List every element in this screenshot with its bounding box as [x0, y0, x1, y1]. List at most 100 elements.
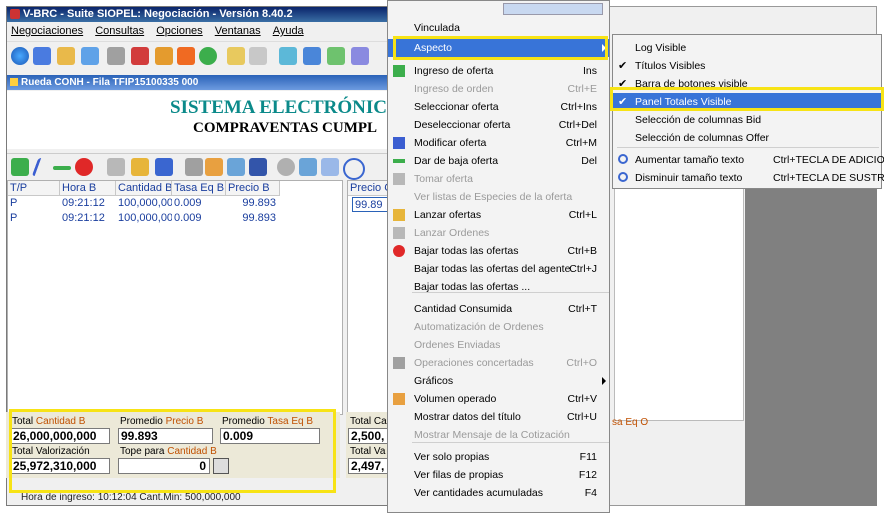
submenu-item-disminuir-tama-o-texto[interactable]: Disminuir tamaño texto Ctrl+TECLA DE SUST… [613, 169, 884, 187]
menu-item-shortcut: Ctrl+V [567, 393, 597, 405]
submenu-item-t-tulos-visibles[interactable]: ✔ Títulos Visibles [613, 57, 881, 75]
menu-item-modificar-oferta[interactable]: Modificar oferta Ctrl+M [388, 134, 609, 152]
bid-grid: T/P Hora B Cantidad B Tasa Eq B Precio B… [7, 180, 343, 415]
menu-item-label: Ver solo propias [414, 451, 490, 463]
row1-precio[interactable]: 99.893 [226, 196, 280, 211]
connect-icon[interactable] [279, 47, 297, 65]
launch-icon[interactable] [131, 158, 149, 176]
col-header-tasa[interactable]: Tasa Eq B [172, 181, 226, 196]
calculator-icon[interactable] [249, 47, 267, 65]
globe-icon[interactable] [199, 47, 217, 65]
row1-tp[interactable]: P [8, 196, 60, 211]
zoom-icon[interactable] [343, 158, 365, 180]
tag-icon[interactable] [321, 158, 339, 176]
volume-icon[interactable] [205, 158, 223, 176]
row2-tasa[interactable]: 0.009 [172, 211, 226, 226]
menu-item-lanzar-ordenes[interactable]: Lanzar Ordenes [388, 224, 609, 242]
row2-cantidad[interactable]: 100,000,000 [116, 211, 172, 226]
print-icon[interactable] [227, 47, 245, 65]
calendar-icon[interactable] [81, 47, 99, 65]
menu-item-shortcut: Ctrl+M [565, 137, 597, 149]
offer-row1-precio[interactable]: 99.89 [352, 197, 392, 212]
menu-negociaciones[interactable]: Negociaciones [11, 25, 83, 37]
menu-item-tomar-oferta[interactable]: Tomar oferta [388, 170, 609, 188]
refresh-icon[interactable] [11, 47, 29, 65]
menu-item-volumen-operado[interactable]: Volumen operado Ctrl+V [388, 390, 609, 408]
add-offer-icon[interactable] [11, 158, 29, 176]
menu-consultas[interactable]: Consultas [95, 25, 144, 37]
menu-item-automatizaci-n-de-ordenes[interactable]: Automatización de Ordenes [388, 318, 609, 336]
menu-item-ingreso-de-oferta[interactable]: Ingreso de oferta Ins [388, 62, 609, 80]
menu-item-mostrar-mensaje-de-la-cotizaci-n[interactable]: Mostrar Mensaje de la Cotización [388, 426, 609, 444]
menu-item-shortcut: Ins [582, 65, 597, 77]
banner-title: SISTEMA ELECTRÓNICO I [170, 97, 410, 118]
row1-cantidad[interactable]: 100,000,000 [116, 196, 172, 211]
menu-ventanas[interactable]: Ventanas [215, 25, 261, 37]
menu-item-mostrar-datos-del-t-tulo[interactable]: Mostrar datos del título Ctrl+U [388, 408, 609, 426]
menu-item-ordenes-enviadas[interactable]: Ordenes Enviadas [388, 336, 609, 354]
menu-item-shortcut: Ctrl+T [568, 303, 597, 315]
col-header-hora[interactable]: Hora B [60, 181, 116, 196]
col-header-tp[interactable]: T/P [8, 181, 60, 196]
menu-item-deseleccionar-oferta[interactable]: Deseleccionar oferta Ctrl+Del [388, 116, 609, 134]
gear-icon[interactable] [277, 158, 295, 176]
row1-tasa[interactable]: 0.009 [172, 196, 226, 211]
menu-item-gr-ficos[interactable]: Gráficos [388, 372, 609, 390]
menu-item-ver-cantidades-acumuladas[interactable]: Ver cantidades acumuladas F4 [388, 484, 609, 502]
menu-item-bajar-todas-las-ofertas[interactable]: Bajar todas las ofertas ... [388, 278, 609, 296]
background-grid [614, 176, 744, 421]
grid-icon[interactable] [227, 158, 245, 176]
wallet-icon[interactable] [155, 47, 173, 65]
hand-icon[interactable] [107, 158, 125, 176]
row1-hora[interactable]: 09:21:12 [60, 196, 116, 211]
submenu-item-log-visible[interactable]: Log Visible [613, 39, 881, 57]
menu-item-bajar-todas-las-ofertas[interactable]: Bajar todas las ofertas Ctrl+B [388, 242, 609, 260]
menu-item-ver-listas-de-especies-de-la-oferta[interactable]: Ver listas de Especies de la oferta [388, 188, 609, 206]
row2-tp[interactable]: P [8, 211, 60, 226]
menu-item-label: Dar de baja oferta [414, 155, 499, 167]
menu-item-vinculada[interactable]: Vinculada [388, 19, 609, 37]
save-icon[interactable] [155, 158, 173, 176]
stop-icon[interactable] [75, 158, 93, 176]
scroll-up-handle[interactable] [503, 3, 603, 15]
row2-precio[interactable]: 99.893 [226, 211, 280, 226]
menu-item-shortcut: F12 [578, 469, 597, 481]
settings-icon[interactable] [351, 47, 369, 65]
menu-item-ver-filas-de-propias[interactable]: Ver filas de propias F12 [388, 466, 609, 484]
zoom-out-icon [618, 172, 628, 182]
menu-item-operaciones-concertadas[interactable]: Operaciones concertadas Ctrl+O [388, 354, 609, 372]
chart-icon[interactable] [57, 47, 75, 65]
col-header-cantidad[interactable]: Cantidad B [116, 181, 172, 196]
title-bar: V-BRC - Suite SIOPEL: Negociación - Vers… [7, 7, 409, 22]
menu-item-label: Ver cantidades acumuladas [414, 487, 543, 499]
report-icon[interactable] [131, 47, 149, 65]
menu-ayuda[interactable]: Ayuda [273, 25, 304, 37]
export-icon[interactable] [177, 47, 195, 65]
square-icon[interactable] [185, 158, 203, 176]
menu-item-ver-solo-propias[interactable]: Ver solo propias F11 [388, 448, 609, 466]
bar-chart-icon[interactable] [249, 158, 267, 176]
menu-opciones[interactable]: Opciones [156, 25, 202, 37]
remove-offer-icon[interactable] [53, 166, 71, 170]
menu-item-label: Operaciones concertadas [414, 357, 534, 369]
link-icon[interactable] [303, 47, 321, 65]
totals-highlight [9, 409, 336, 493]
submenu-item-selecci-n-de-columnas-bid[interactable]: Selección de columnas Bid [613, 111, 881, 129]
menu-item-ingreso-de-orden[interactable]: Ingreso de orden Ctrl+E [388, 80, 609, 98]
menu-item-shortcut: Del [581, 155, 597, 167]
filter-icon[interactable] [327, 47, 345, 65]
people-icon[interactable] [33, 47, 51, 65]
col-header-precio[interactable]: Precio B [226, 181, 280, 196]
edit-offer-icon[interactable] [31, 158, 52, 176]
menu-item-cantidad-consumida[interactable]: Cantidad Consumida Ctrl+T [388, 300, 609, 318]
window-icon[interactable] [107, 47, 125, 65]
menu-item-lanzar-ofertas[interactable]: Lanzar ofertas Ctrl+L [388, 206, 609, 224]
submenu-item-selecci-n-de-columnas-offer[interactable]: Selección de columnas Offer [613, 129, 881, 147]
menu-item-dar-de-baja-oferta[interactable]: Dar de baja oferta Del [388, 152, 609, 170]
menu-item-seleccionar-oferta[interactable]: Seleccionar oferta Ctrl+Ins [388, 98, 609, 116]
menu-item-bajar-todas-las-ofertas-del-agente[interactable]: Bajar todas las ofertas del agente Ctrl+J [388, 260, 609, 278]
submenu-item-aumentar-tama-o-texto[interactable]: Aumentar tamaño texto Ctrl+TECLA DE ADICI… [613, 151, 884, 169]
menu-item-label: Ordenes Enviadas [414, 339, 501, 351]
row2-hora[interactable]: 09:21:12 [60, 211, 116, 226]
link-icon[interactable] [299, 158, 317, 176]
